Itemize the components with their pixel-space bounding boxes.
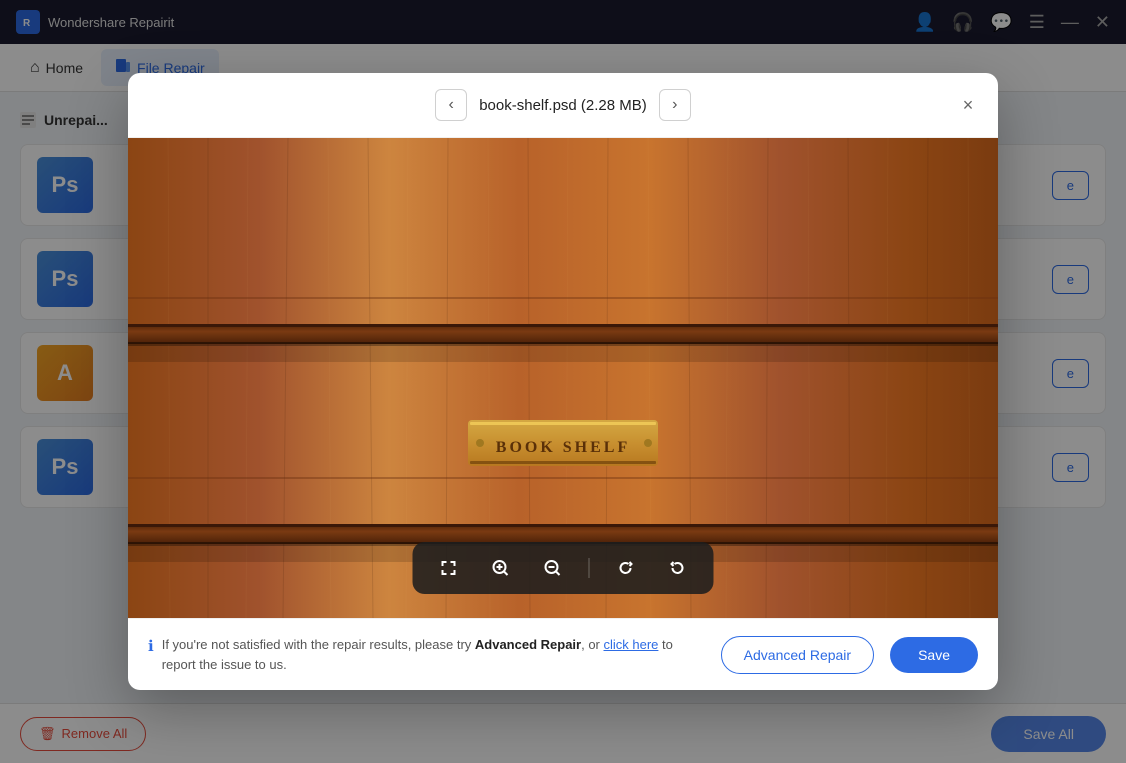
- modal-file-title: book-shelf.psd (2.28 MB): [479, 97, 647, 114]
- app-window: R Wondershare Repairit 👤 🎧 💬 ☰ — ✕ ⌂ Hom…: [0, 0, 1126, 763]
- image-toolbar: [413, 542, 714, 594]
- close-icon: ×: [963, 95, 974, 116]
- expand-button[interactable]: [433, 552, 465, 584]
- modal-image-area: BOOK SHELF: [128, 138, 998, 618]
- chevron-left-icon: ‹: [449, 96, 454, 114]
- advanced-repair-button[interactable]: Advanced Repair: [721, 636, 874, 674]
- modal-overlay: ‹ book-shelf.psd (2.28 MB) › ×: [0, 0, 1126, 763]
- modal-header: ‹ book-shelf.psd (2.28 MB) › ×: [128, 73, 998, 138]
- next-file-button[interactable]: ›: [659, 89, 691, 121]
- rotate-ccw-button[interactable]: [662, 552, 694, 584]
- svg-text:BOOK SHELF: BOOK SHELF: [496, 439, 630, 456]
- footer-info: ℹ If you're not satisfied with the repai…: [148, 635, 705, 674]
- rotate-cw-button[interactable]: [610, 552, 642, 584]
- zoom-in-button[interactable]: [485, 552, 517, 584]
- prev-file-button[interactable]: ‹: [435, 89, 467, 121]
- info-icon: ℹ: [148, 636, 154, 659]
- modal-close-button[interactable]: ×: [954, 91, 982, 119]
- modal-footer: ℹ If you're not satisfied with the repai…: [128, 618, 998, 690]
- toolbar-divider: [589, 558, 590, 578]
- save-button[interactable]: Save: [890, 637, 978, 673]
- footer-text-prefix: If you're not satisfied with the repair …: [162, 637, 475, 652]
- preview-modal: ‹ book-shelf.psd (2.28 MB) › ×: [128, 73, 998, 690]
- chevron-right-icon: ›: [672, 96, 677, 114]
- footer-click-here-link[interactable]: click here: [604, 637, 659, 652]
- zoom-out-button[interactable]: [537, 552, 569, 584]
- footer-text-mid: , or: [581, 637, 603, 652]
- footer-bold-text: Advanced Repair: [475, 637, 581, 652]
- footer-info-text: If you're not satisfied with the repair …: [162, 635, 705, 674]
